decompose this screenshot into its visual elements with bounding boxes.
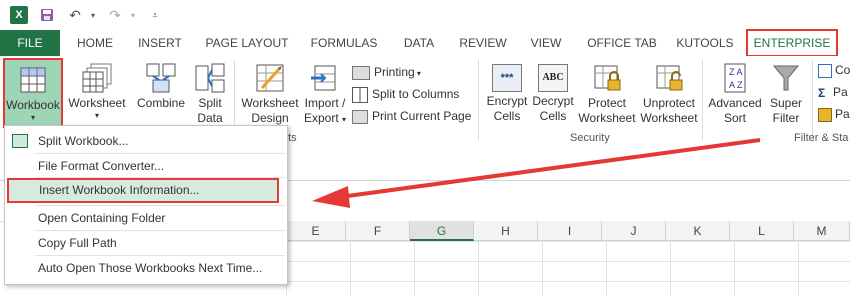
- annotation-arrow-line: [339, 138, 761, 199]
- annotation-arrow: [312, 138, 761, 208]
- annotation-arrow-head: [312, 186, 350, 208]
